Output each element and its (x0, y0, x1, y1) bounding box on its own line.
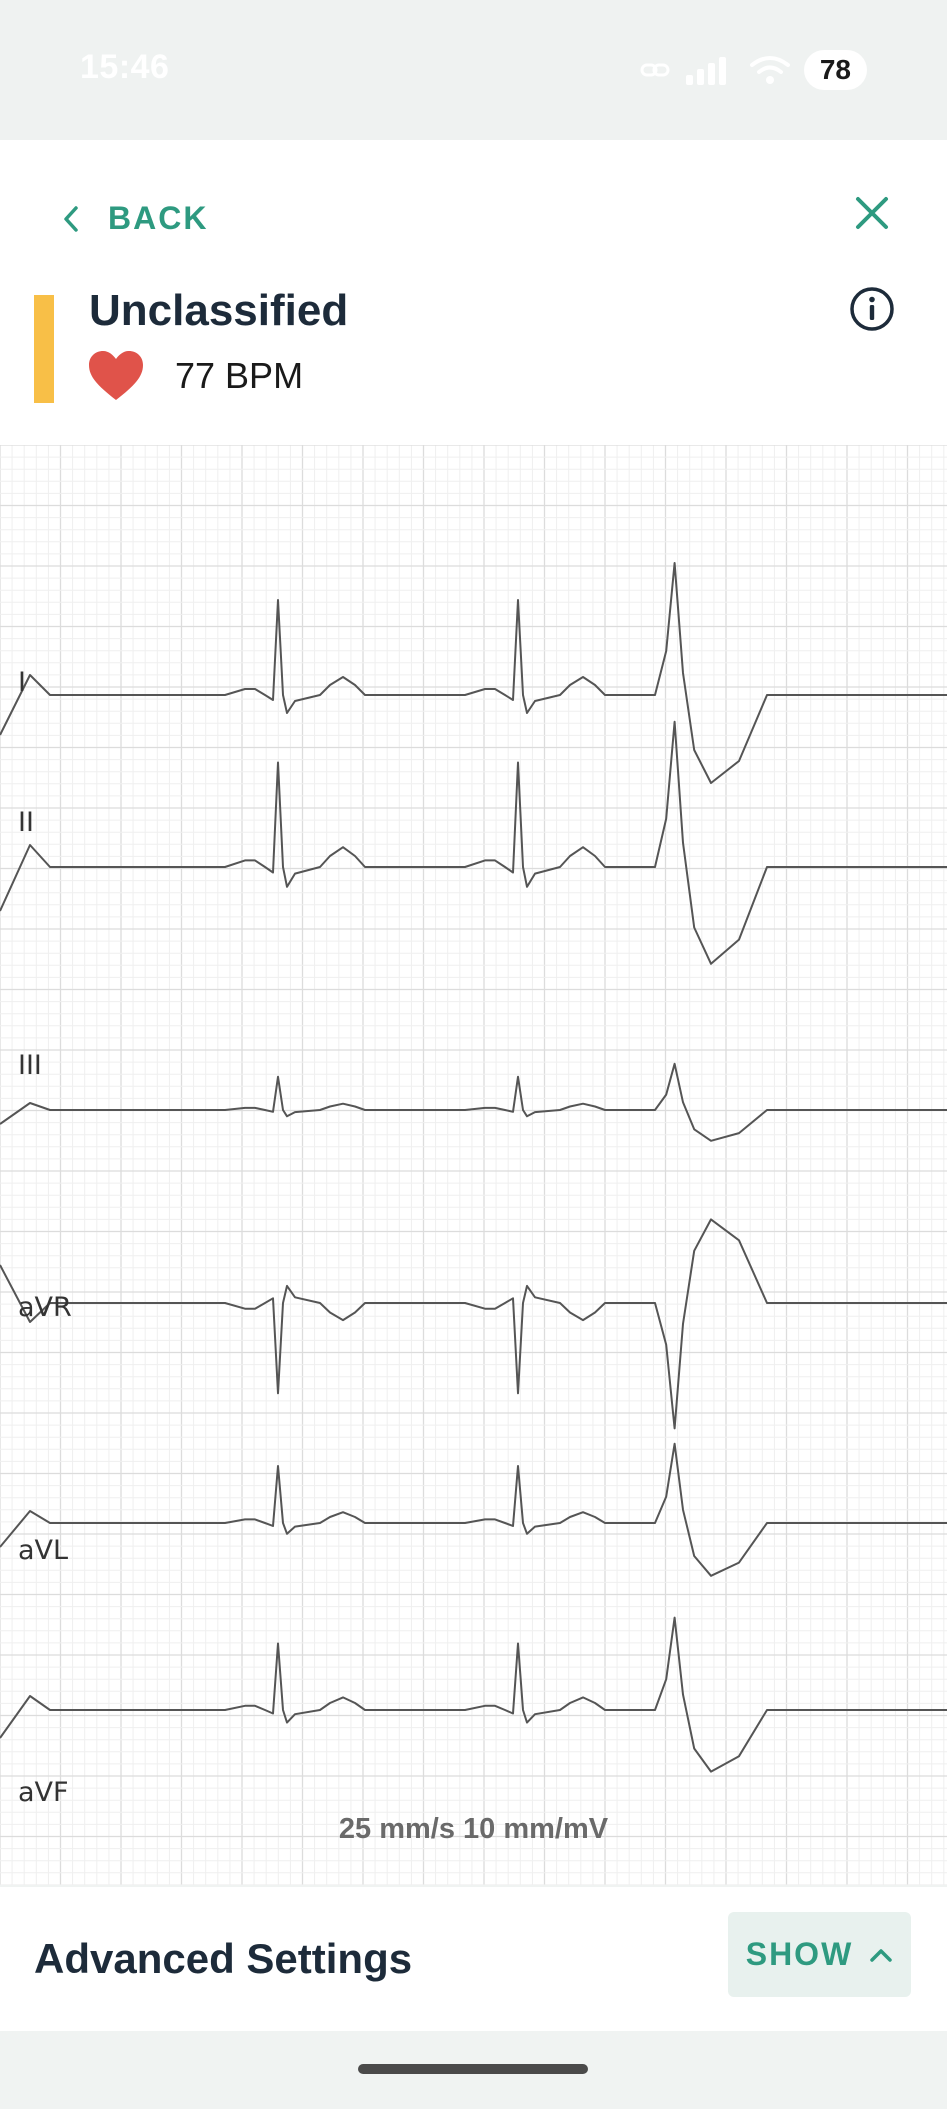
battery-level: 78 (803, 50, 867, 90)
status-icons: 78 (640, 48, 867, 92)
ecg-grid (0, 445, 947, 1885)
lead-label-avl: aVL (18, 1535, 69, 1566)
back-button[interactable]: BACK (62, 200, 208, 237)
ecg-trace-lead-iii (0, 1062, 947, 1142)
ecg-trace-lead-ii (0, 720, 947, 965)
wifi-icon (749, 56, 790, 84)
ecg-chart: I II III aVR aVL aVF 25 mm/s 10 mm/mV (0, 445, 947, 1885)
result-header: BACK Unclassified 77 BPM (0, 140, 947, 445)
ecg-trace-lead-i (0, 562, 947, 784)
info-button[interactable] (849, 286, 895, 337)
advanced-settings-title: Advanced Settings (34, 1935, 413, 1982)
chevron-left-icon (64, 205, 78, 232)
close-icon (856, 197, 888, 229)
ecg-trace-lead-avf (0, 1616, 947, 1773)
signal-icon (685, 57, 726, 85)
lead-label-ii: II (18, 807, 34, 838)
ecg-grid-and-traces (0, 445, 947, 1885)
status-bar: 15:46 78 (0, 0, 947, 140)
ecg-scale-text: 25 mm/s 10 mm/mV (338, 1813, 609, 1845)
show-settings-button[interactable]: SHOW (728, 1912, 911, 1997)
classification-title: Unclassified (89, 286, 349, 335)
status-time: 15:46 (80, 48, 170, 86)
close-button[interactable] (853, 194, 891, 237)
lead-label-iii: III (18, 1050, 42, 1081)
chevron-up-icon (870, 1948, 893, 1962)
lead-label-avr: aVR (18, 1292, 72, 1323)
info-icon (850, 287, 894, 331)
heart-icon (88, 350, 144, 407)
back-label: BACK (108, 200, 209, 236)
link-icon (640, 63, 670, 77)
lead-label-avf: aVF (18, 1777, 69, 1808)
lead-label-i: I (18, 667, 26, 698)
home-indicator[interactable] (358, 2064, 588, 2074)
advanced-settings-panel: Advanced Settings SHOW (0, 1887, 947, 2031)
classification-accent-bar (34, 295, 54, 403)
show-label: SHOW (745, 1936, 854, 1972)
heart-rate: 77 BPM (175, 355, 304, 396)
ecg-trace-lead-avr (0, 1218, 947, 1430)
